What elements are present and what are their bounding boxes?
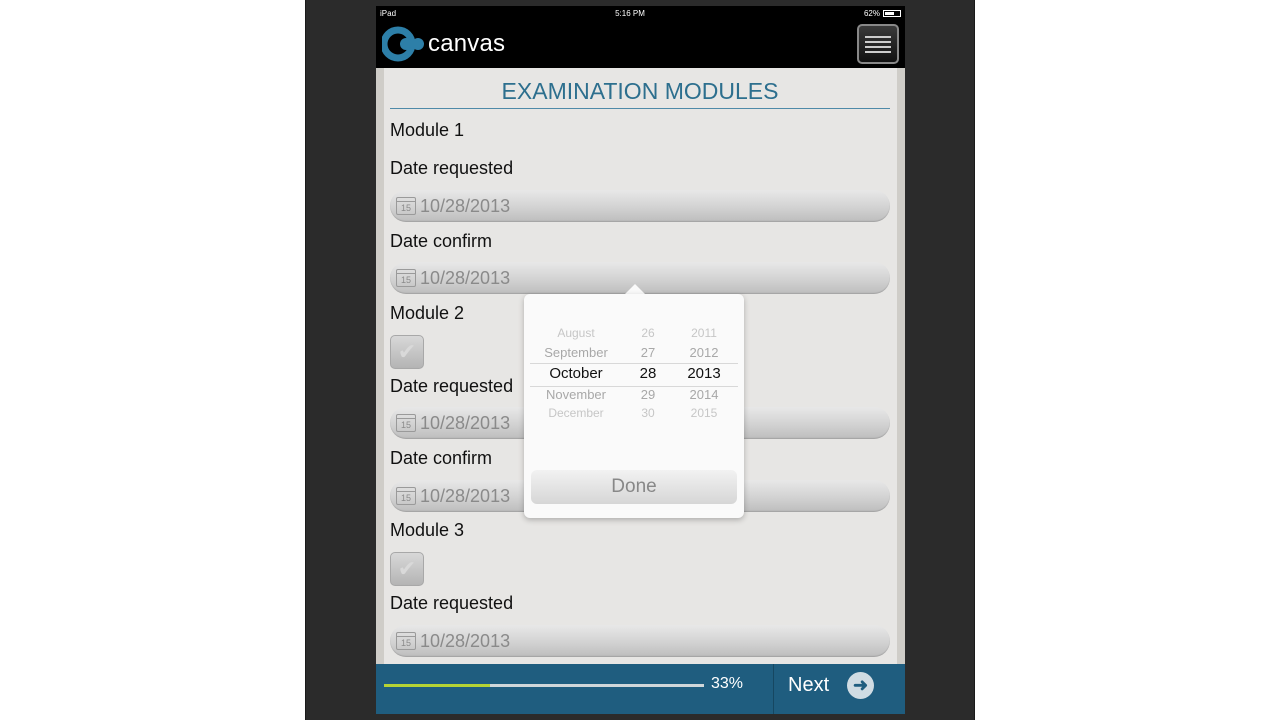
checkmark-icon: ✔ — [397, 556, 417, 581]
footer-bar: 33% Next ➜ — [376, 664, 905, 714]
canvas-logo: canvas — [382, 26, 505, 62]
date-value: 10/28/2013 — [420, 195, 511, 216]
status-bar: iPad 5:16 PM 62% — [376, 6, 905, 20]
picker-month: November — [546, 387, 606, 402]
module-1-date-requested-field[interactable]: 15 10/28/2013 — [390, 190, 890, 222]
module-3-date-requested-label: Date requested — [390, 593, 514, 613]
date-value: 10/28/2013 — [420, 412, 511, 433]
canvas-logo-icon — [382, 26, 424, 62]
status-time: 5:16 PM — [615, 8, 645, 18]
arrow-right-circle-icon[interactable]: ➜ — [847, 672, 874, 699]
battery-fill — [884, 11, 894, 15]
calendar-icon: 15 — [396, 487, 416, 505]
module-2-date-confirm-label: Date confirm — [390, 448, 493, 468]
device-label: iPad — [380, 8, 397, 18]
page-title: EXAMINATION MODULES — [390, 78, 890, 109]
done-button[interactable]: Done — [531, 470, 737, 504]
picker-day: 26 — [641, 326, 655, 340]
battery-percent: 62% — [863, 8, 880, 18]
module-1-date-confirm-label: Date confirm — [390, 231, 493, 251]
picker-year: 2012 — [689, 345, 719, 360]
progress-percent: 33% — [711, 675, 744, 692]
module-1-date-requested-label: Date requested — [390, 158, 514, 178]
popover-arrow — [625, 284, 645, 294]
hamburger-menu-icon — [865, 35, 891, 38]
module-2-title: Module 2 — [390, 303, 465, 323]
module-3-title: Module 3 — [390, 520, 465, 540]
date-picker-popover: August 26 2011 September 27 2012 October 28 2013… — [524, 294, 744, 518]
date-value: 10/28/2013 — [420, 267, 511, 288]
module-2-checkbox[interactable]: ✔ — [390, 335, 424, 369]
battery-icon — [882, 9, 901, 17]
picker-year: 2011 — [691, 326, 717, 340]
calendar-icon: 15 — [396, 197, 416, 215]
picker-day: 30 — [641, 406, 655, 420]
picker-row[interactable]: September 27 2012 — [530, 345, 738, 365]
next-button[interactable]: Next — [788, 674, 829, 697]
calendar-icon: 15 — [396, 414, 416, 432]
calendar-icon: 15 — [396, 269, 416, 287]
picker-year: 2015 — [690, 406, 718, 420]
picker-month: August — [557, 326, 595, 340]
picker-day: 27 — [640, 345, 656, 360]
module-3-date-requested-field[interactable]: 15 10/28/2013 — [390, 625, 890, 657]
module-1-title: Module 1 — [390, 120, 465, 140]
picker-row[interactable]: December 30 2015 — [530, 406, 738, 426]
progress-bar — [384, 684, 704, 687]
module-2-date-requested-label: Date requested — [390, 376, 514, 396]
date-value: 10/28/2013 — [420, 485, 511, 506]
picker-row[interactable]: November 29 2014 — [530, 387, 738, 407]
picker-row[interactable]: August 26 2011 — [530, 326, 738, 346]
module-3-checkbox[interactable]: ✔ — [390, 552, 424, 586]
status-right: 62% — [864, 9, 901, 18]
footer-divider — [773, 664, 774, 714]
picker-month: September — [544, 345, 608, 360]
picker-selection-band — [530, 363, 738, 387]
logo-text: canvas — [428, 30, 506, 57]
picker-day: 29 — [640, 387, 656, 402]
app-header: canvas — [376, 20, 905, 68]
picker-month: December — [548, 406, 604, 420]
calendar-icon: 15 — [396, 632, 416, 650]
checkmark-icon: ✔ — [397, 339, 417, 364]
progress-fill — [384, 684, 490, 687]
menu-button[interactable] — [857, 24, 899, 64]
picker-year: 2014 — [689, 387, 719, 402]
date-value: 10/28/2013 — [420, 630, 511, 651]
